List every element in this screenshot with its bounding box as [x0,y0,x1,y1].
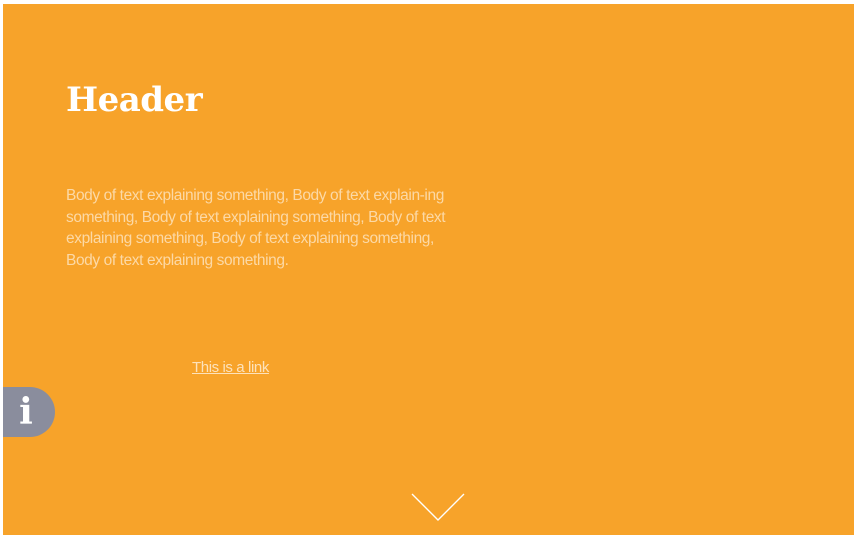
chevron-down-icon [411,493,465,521]
page-title: Header [66,80,203,120]
scroll-down-button[interactable] [410,492,466,524]
info-icon: i [19,391,33,433]
body-text: Body of text explaining something, Body … [66,187,446,269]
hero-panel: Header Body of text explaining something… [3,4,854,535]
text-link[interactable]: This is a link [192,358,269,378]
info-button[interactable]: i [3,387,55,437]
